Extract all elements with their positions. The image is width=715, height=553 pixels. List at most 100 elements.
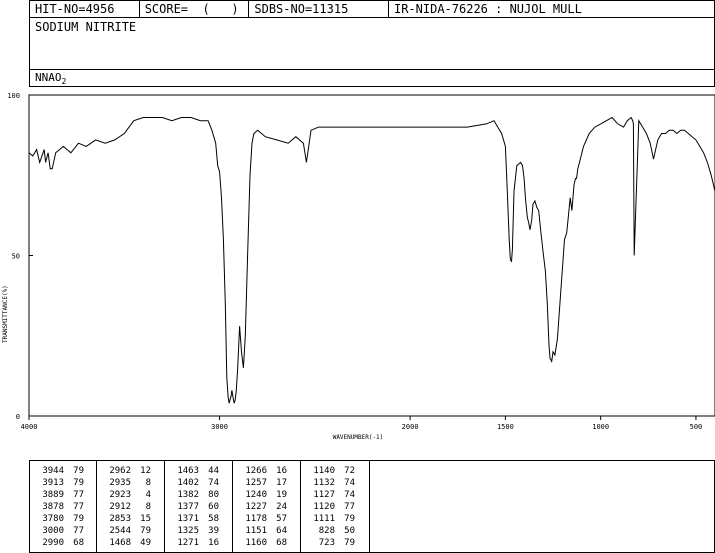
peak-wavenumber: 1371 [177,514,199,524]
peak-wavenumber: 1151 [245,526,267,536]
peak-wavenumber: 1127 [313,490,335,500]
peak-column: 1140 72 1132 74 1127 74 1120 77 1111 79 828 50 723 79 [301,461,370,552]
peak-transmittance: 24 [276,502,287,512]
peak-wavenumber: 1463 [177,466,199,476]
peak-wavenumber: 828 [318,526,335,536]
peak-row: 2935 8 [97,477,164,489]
x-tick-label: 3000 [211,423,228,431]
peak-wavenumber: 1271 [177,538,199,548]
peak-transmittance: 80 [208,490,219,500]
x-axis-label: WAVENUMBER(-1) [333,434,384,441]
y-tick-label: 100 [7,92,20,100]
peak-wavenumber: 3878 [42,502,64,512]
peak-transmittance: 77 [73,490,84,500]
peak-wavenumber: 1227 [245,502,267,512]
peak-row: 1140 72 [301,465,369,477]
peak-transmittance: 16 [208,538,219,548]
peak-row: 1257 17 [233,477,300,489]
peak-transmittance: 4 [145,490,151,500]
peak-row: 1240 19 [233,489,300,501]
peak-transmittance: 50 [344,526,355,536]
peak-wavenumber: 3944 [42,466,64,476]
peak-transmittance: 15 [140,514,151,524]
peak-transmittance: 64 [276,526,287,536]
peak-column: 1463 44 1402 74 1382 80 1377 60 1371 58 1325 39 1271… [165,461,233,552]
peak-column-empty [370,461,714,552]
x-tick-label: 1500 [497,423,514,431]
peak-wavenumber: 1377 [177,502,199,512]
peak-wavenumber: 2912 [109,502,131,512]
ir-spectrum-chart: 0 50 100 4000 3000 2000 1500 1000 500 TRANSMITT… [2,92,715,441]
peak-transmittance: 79 [140,526,151,536]
peak-transmittance: 79 [344,538,355,548]
peak-wavenumber: 1160 [245,538,267,548]
peak-transmittance: 58 [208,514,219,524]
x-tick-label: 500 [690,423,703,431]
peak-wavenumber: 1132 [313,478,335,488]
peak-transmittance: 57 [276,514,287,524]
peak-row: 1463 44 [165,465,232,477]
peak-row: 1178 57 [233,513,300,525]
peak-transmittance: 44 [208,466,219,476]
peak-transmittance: 72 [344,466,355,476]
sdbs-number: SDBS-NO=11315 [249,1,389,17]
peak-wavenumber: 3913 [42,478,64,488]
peak-transmittance: 19 [276,490,287,500]
peak-transmittance: 74 [208,478,219,488]
peak-row: 2990 68 [30,537,96,549]
peak-transmittance: 12 [140,466,151,476]
peak-row: 3878 77 [30,501,96,513]
peak-row: 1382 80 [165,489,232,501]
peak-wavenumber: 2544 [109,526,131,536]
peak-wavenumber: 3889 [42,490,64,500]
peak-transmittance: 60 [208,502,219,512]
peak-row: 1111 79 [301,513,369,525]
peak-row: 1120 77 [301,501,369,513]
peak-transmittance: 77 [344,502,355,512]
compound-name-box: SODIUM NITRITE [29,17,715,70]
peak-row: 1325 39 [165,525,232,537]
peak-transmittance: 79 [73,514,84,524]
peak-row: 1227 24 [233,501,300,513]
header-bar: HIT-NO=4956 SCORE= ( ) SDBS-NO=11315 IR-… [29,0,715,18]
peak-row: 1271 16 [165,537,232,549]
peak-row: 723 79 [301,537,369,549]
peak-transmittance: 79 [73,466,84,476]
peak-row: 3889 77 [30,489,96,501]
peak-row: 828 50 [301,525,369,537]
peak-transmittance: 8 [145,478,151,488]
peak-wavenumber: 3780 [42,514,64,524]
spectrum-line [28,116,715,404]
peak-transmittance: 74 [344,490,355,500]
peak-transmittance: 49 [140,538,151,548]
peak-wavenumber: 1178 [245,514,267,524]
peak-wavenumber: 1266 [245,466,267,476]
x-axis: 4000 3000 2000 1500 1000 500 [21,416,703,431]
peak-wavenumber: 1140 [313,466,335,476]
formula-box: NNAO2 [29,69,715,87]
peak-wavenumber: 1402 [177,478,199,488]
peak-transmittance: 39 [208,526,219,536]
peak-row: 3780 79 [30,513,96,525]
peak-wavenumber: 1111 [313,514,335,524]
peak-wavenumber: 1382 [177,490,199,500]
peak-wavenumber: 1468 [109,538,131,548]
peak-wavenumber: 2990 [42,538,64,548]
peak-row: 1132 74 [301,477,369,489]
peak-row: 1266 16 [233,465,300,477]
peak-wavenumber: 2853 [109,514,131,524]
peak-row: 1160 68 [233,537,300,549]
peak-wavenumber: 1120 [313,502,335,512]
x-tick-label: 4000 [21,423,38,431]
peak-row: 1127 74 [301,489,369,501]
peak-transmittance: 17 [276,478,287,488]
peak-wavenumber: 1257 [245,478,267,488]
peak-wavenumber: 1240 [245,490,267,500]
peak-wavenumber: 2923 [109,490,131,500]
peak-transmittance: 68 [276,538,287,548]
formula-subscript: 2 [61,77,67,87]
peak-row: 2962 12 [97,465,164,477]
peak-transmittance: 68 [73,538,84,548]
peak-row: 2544 79 [97,525,164,537]
peak-row: 3000 77 [30,525,96,537]
